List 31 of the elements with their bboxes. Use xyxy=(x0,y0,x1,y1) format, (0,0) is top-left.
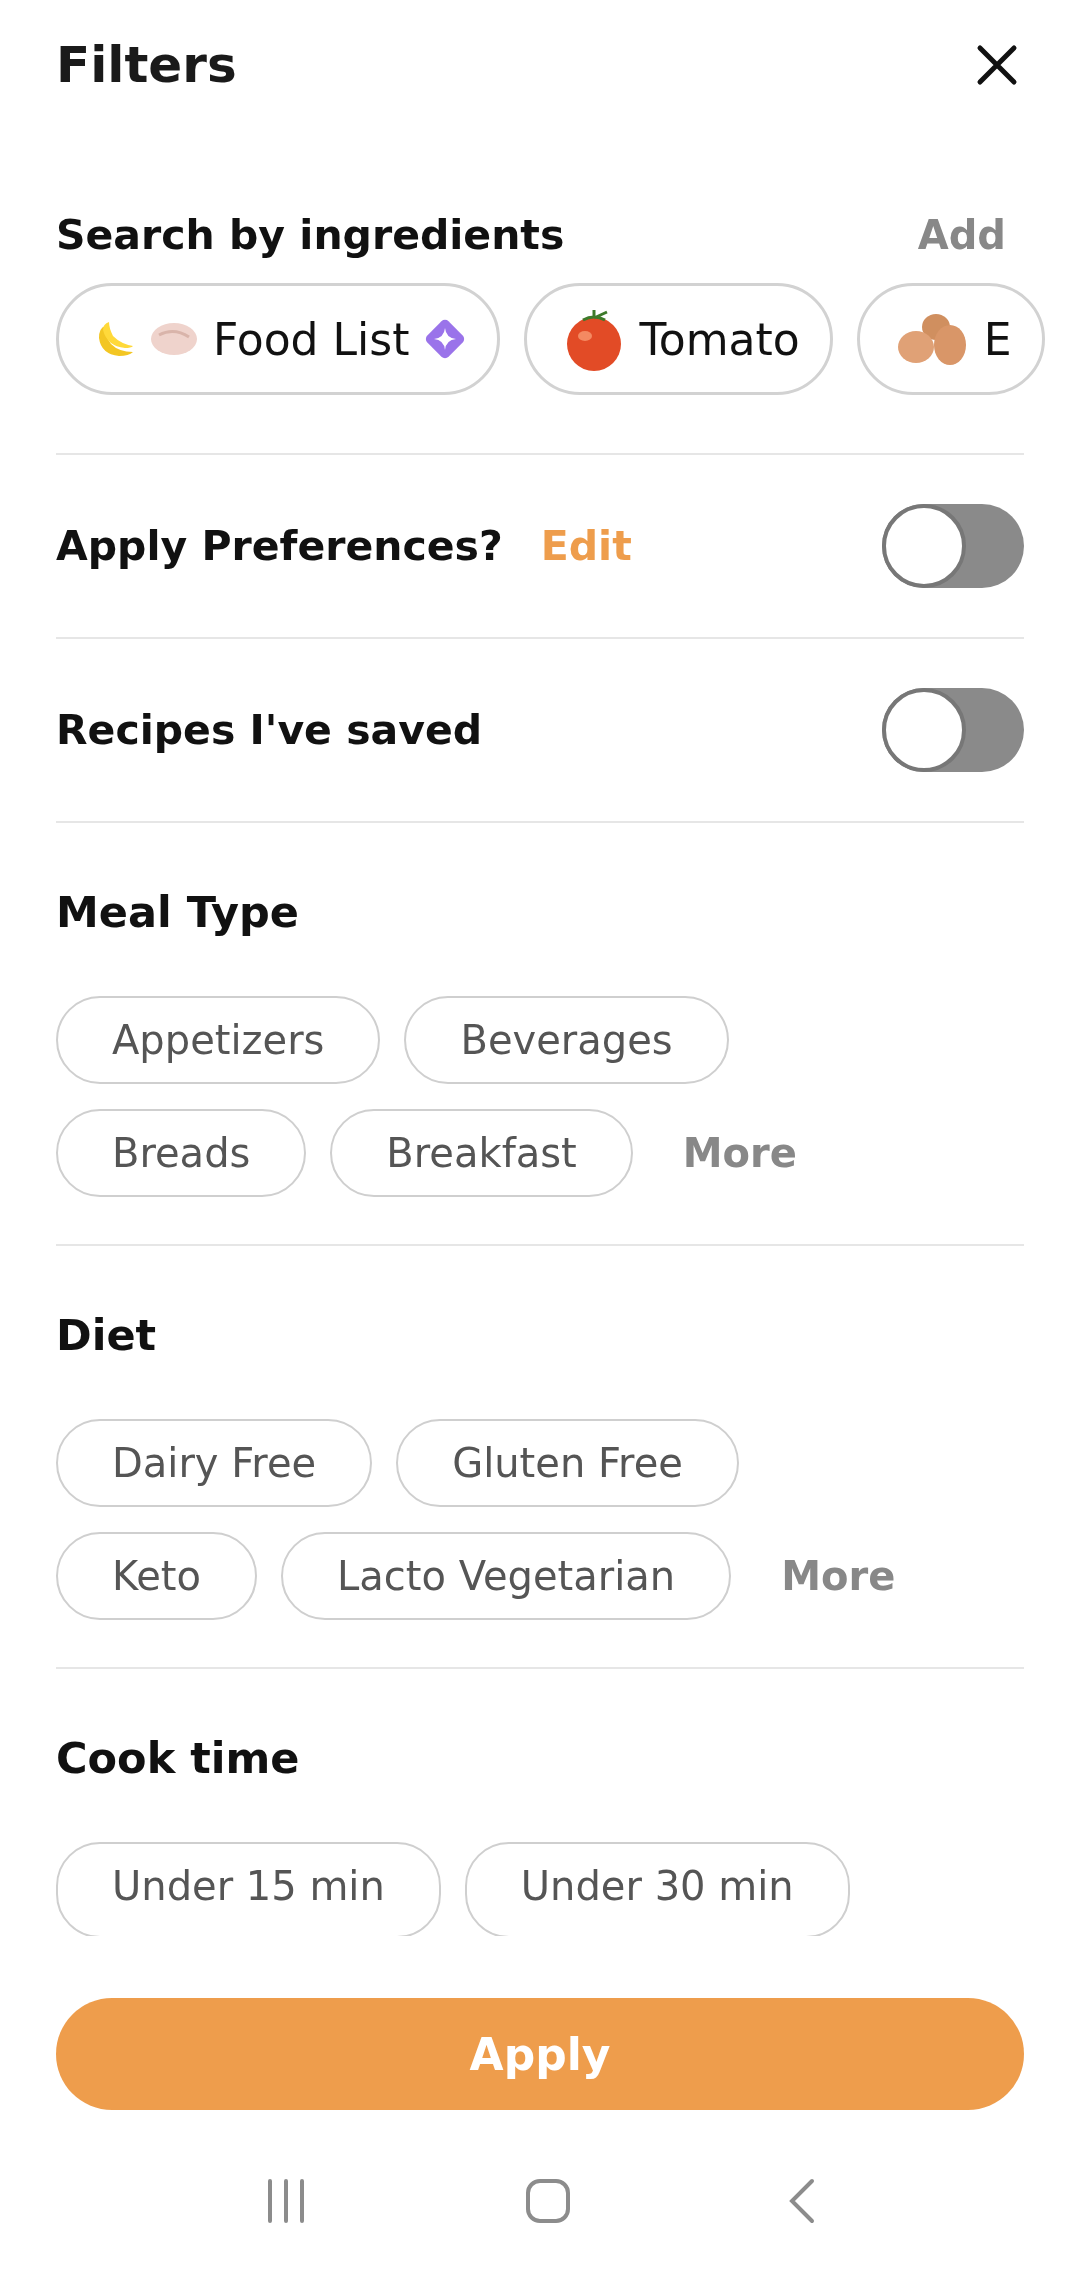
back-button[interactable] xyxy=(787,2178,816,2224)
filter-chip[interactable]: Beverages xyxy=(404,996,729,1084)
filter-chip[interactable]: Under 30 min xyxy=(464,1842,850,1936)
filter-chip[interactable]: Under 15 min xyxy=(56,1842,441,1936)
home-icon xyxy=(525,2178,571,2224)
section-title: Diet xyxy=(56,1309,158,1362)
more-link[interactable]: More xyxy=(781,1553,896,1599)
filter-chip[interactable]: Gluten Free xyxy=(396,1419,739,1507)
toggle-label: Recipes I've saved xyxy=(56,706,483,754)
section-title: Search by ingredients xyxy=(56,211,565,259)
add-link[interactable]: Add xyxy=(917,212,1006,258)
filters-title: Filters xyxy=(56,36,237,94)
toggle-label: Apply Preferences? xyxy=(56,522,503,570)
filter-chip[interactable]: Dairy Free xyxy=(56,1419,373,1507)
ingredient-chip[interactable]: E xyxy=(856,283,1045,395)
filter-chip[interactable]: Appetizers xyxy=(56,996,381,1084)
filter-chip[interactable]: Lacto Vegetarian xyxy=(281,1532,732,1620)
filter-chip[interactable]: Keto xyxy=(56,1532,257,1620)
chip-label: E xyxy=(983,313,1012,365)
filter-chip[interactable]: Breakfast xyxy=(330,1109,633,1197)
ingredient-chip[interactable]: Food List xyxy=(56,283,501,395)
filter-chip[interactable]: Breads xyxy=(56,1109,307,1197)
more-link[interactable]: More xyxy=(682,1130,797,1176)
chip-label: Tomato xyxy=(639,313,800,365)
ingredient-chip[interactable]: Tomato xyxy=(524,283,833,395)
section-title: Cook time xyxy=(56,1732,301,1785)
back-icon xyxy=(787,2178,816,2224)
close-icon xyxy=(976,44,1018,86)
chip-label: Food List xyxy=(213,313,410,365)
section-title: Meal Type xyxy=(56,886,300,939)
home-button[interactable] xyxy=(525,2178,571,2224)
